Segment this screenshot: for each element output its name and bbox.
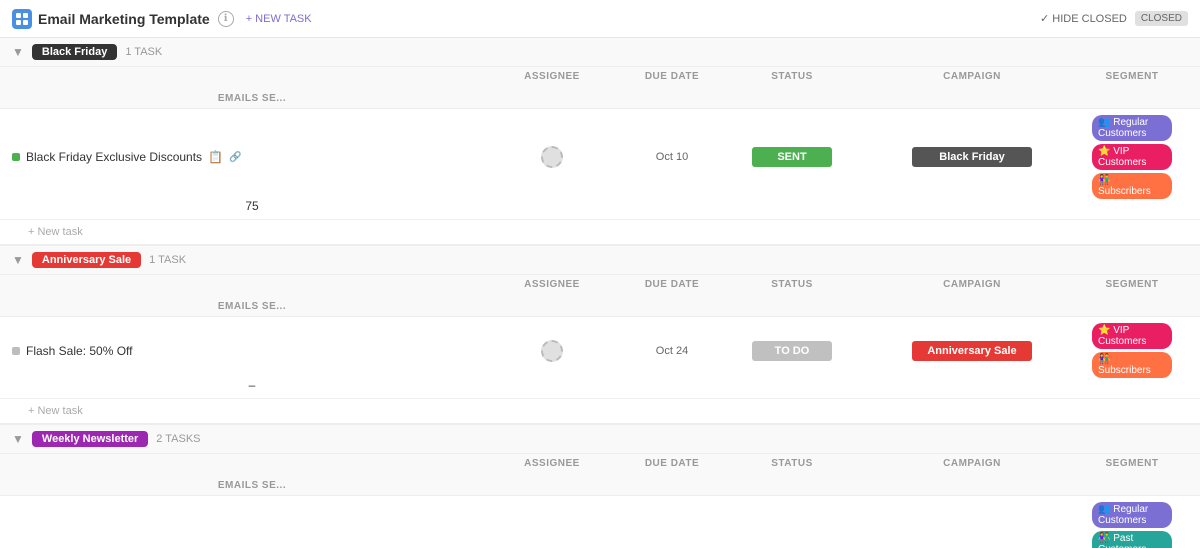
col-header-0: ASSIGNEE (492, 279, 612, 301)
col-header-2: STATUS (732, 458, 852, 480)
task-row: Benefits of a Skincare Routine 📋 🔗 5 day… (0, 496, 1200, 548)
group-weekly-newsletter: ▼ Weekly Newsletter 2 TASKS ASSIGNEEDUE … (0, 425, 1200, 548)
col-name (12, 279, 492, 301)
task-color-dot (12, 153, 20, 161)
assignee-cell (492, 146, 612, 168)
col-header-7: EMAILS SE... (12, 93, 492, 104)
page-title: Email Marketing Template (38, 11, 210, 27)
group-task-count: 1 TASK (125, 46, 162, 58)
col-header-3: CAMPAIGN (852, 279, 1092, 301)
hide-closed-button[interactable]: ✓ HIDE CLOSED (1040, 12, 1127, 25)
segment-tag: 👫 Subscribers (1092, 173, 1172, 199)
group-toggle[interactable]: ▼ (12, 45, 24, 59)
emails-sent-cell: 75 (12, 199, 492, 213)
segment-tag: ⭐ VIP Customers (1092, 144, 1172, 170)
col-header-2: STATUS (732, 71, 852, 93)
group-header-black-friday: ▼ Black Friday 1 TASK (0, 38, 1200, 67)
task-row: Flash Sale: 50% Off Oct 24 TO DO Anniversa… (0, 317, 1200, 399)
col-header-5: FILES (1172, 71, 1200, 93)
app-icon (12, 9, 32, 29)
column-headers: ASSIGNEEDUE DATESTATUSCAMPAIGNSEGMENTFIL… (0, 454, 1200, 496)
task-name-cell: Black Friday Exclusive Discounts 📋 🔗 (12, 150, 492, 164)
segment-cell: ⭐ VIP Customers 👫 Subscribers (1092, 323, 1172, 378)
group-label[interactable]: Black Friday (32, 44, 117, 60)
group-black-friday: ▼ Black Friday 1 TASK ASSIGNEEDUE DATEST… (0, 38, 1200, 246)
group-label[interactable]: Weekly Newsletter (32, 431, 148, 447)
col-header-1: DUE DATE (612, 458, 732, 480)
segment-tag: 👥 Regular Customers (1092, 502, 1172, 528)
col-header-2: STATUS (732, 279, 852, 301)
col-header-7: EMAILS SE... (12, 480, 492, 491)
segment-cell: 👥 Regular Customers ⭐ VIP Customers 👫 Subs… (1092, 115, 1172, 199)
emails-sent-cell: – (12, 378, 492, 392)
task-name: Black Friday Exclusive Discounts (26, 150, 202, 164)
col-header-0: ASSIGNEE (492, 71, 612, 93)
task-name-cell: Flash Sale: 50% Off (12, 344, 492, 358)
col-header-1: DUE DATE (612, 279, 732, 301)
group-toggle[interactable]: ▼ (12, 432, 24, 446)
segment-tag: ⭐ VIP Customers (1092, 323, 1172, 349)
segment-cell: 👥 Regular Customers👫 Past Customers⭐ VIP… (1092, 502, 1172, 548)
col-header-5: FILES (1172, 279, 1200, 301)
due-date-cell: Oct 24 (612, 345, 732, 357)
assignee-cell (492, 340, 612, 362)
campaign-cell: Anniversary Sale (852, 341, 1092, 361)
col-header-5: FILES (1172, 458, 1200, 480)
group-header-anniversary-sale: ▼ Anniversary Sale 1 TASK (0, 246, 1200, 275)
group-anniversary-sale: ▼ Anniversary Sale 1 TASK ASSIGNEEDUE DA… (0, 246, 1200, 425)
col-header-7: EMAILS SE... (12, 301, 492, 312)
status-badge: SENT (752, 147, 832, 167)
new-task-label: + NEW TASK (246, 13, 312, 25)
col-header-3: CAMPAIGN (852, 458, 1092, 480)
campaign-badge: Black Friday (912, 147, 1032, 167)
column-headers: ASSIGNEEDUE DATESTATUSCAMPAIGNSEGMENTFIL… (0, 67, 1200, 109)
group-label[interactable]: Anniversary Sale (32, 252, 141, 268)
hide-closed-label: ✓ HIDE CLOSED (1040, 12, 1127, 25)
status-cell: SENT (732, 147, 852, 167)
new-task-button[interactable]: + NEW TASK (246, 13, 312, 25)
app-container: Email Marketing Template ℹ + NEW TASK ✓ … (0, 0, 1200, 548)
files-cell: 🖼 (1172, 147, 1200, 167)
files-cell: 📄 (1172, 341, 1200, 361)
group-toggle[interactable]: ▼ (12, 253, 24, 267)
closed-badge: CLOSED (1135, 11, 1188, 26)
new-task-row[interactable]: + New task (0, 399, 1200, 423)
campaign-cell: Black Friday (852, 147, 1092, 167)
task-row: Black Friday Exclusive Discounts 📋 🔗 Oct… (0, 109, 1200, 220)
column-headers: ASSIGNEEDUE DATESTATUSCAMPAIGNSEGMENTFIL… (0, 275, 1200, 317)
col-name (12, 458, 492, 480)
col-header-4: SEGMENT (1092, 458, 1172, 480)
group-task-count: 1 TASK (149, 254, 186, 266)
task-link-icon: 🔗 (229, 152, 241, 163)
col-header-3: CAMPAIGN (852, 71, 1092, 93)
group-task-count: 2 TASKS (156, 433, 200, 445)
main-content: ▼ Black Friday 1 TASK ASSIGNEEDUE DATEST… (0, 38, 1200, 548)
segment-tag: 👫 Subscribers (1092, 352, 1172, 378)
due-date-cell: Oct 10 (612, 151, 732, 163)
segment-tag: 👥 Regular Customers (1092, 115, 1172, 141)
assignee-avatar (541, 340, 563, 362)
new-task-row[interactable]: + New task (0, 220, 1200, 244)
campaign-badge: Anniversary Sale (912, 341, 1032, 361)
segment-tag: 👫 Past Customers (1092, 531, 1172, 548)
task-color-dot (12, 347, 20, 355)
col-header-4: SEGMENT (1092, 279, 1172, 301)
task-name: Flash Sale: 50% Off (26, 344, 133, 358)
col-name (12, 71, 492, 93)
task-doc-icon: 📋 (208, 150, 223, 164)
col-header-0: ASSIGNEE (492, 458, 612, 480)
info-icon[interactable]: ℹ (218, 11, 234, 27)
status-cell: TO DO (732, 341, 852, 361)
status-badge: TO DO (752, 341, 832, 361)
group-header-weekly-newsletter: ▼ Weekly Newsletter 2 TASKS (0, 425, 1200, 454)
assignee-avatar (541, 146, 563, 168)
col-header-1: DUE DATE (612, 71, 732, 93)
col-header-4: SEGMENT (1092, 71, 1172, 93)
app-header: Email Marketing Template ℹ + NEW TASK ✓ … (0, 0, 1200, 38)
